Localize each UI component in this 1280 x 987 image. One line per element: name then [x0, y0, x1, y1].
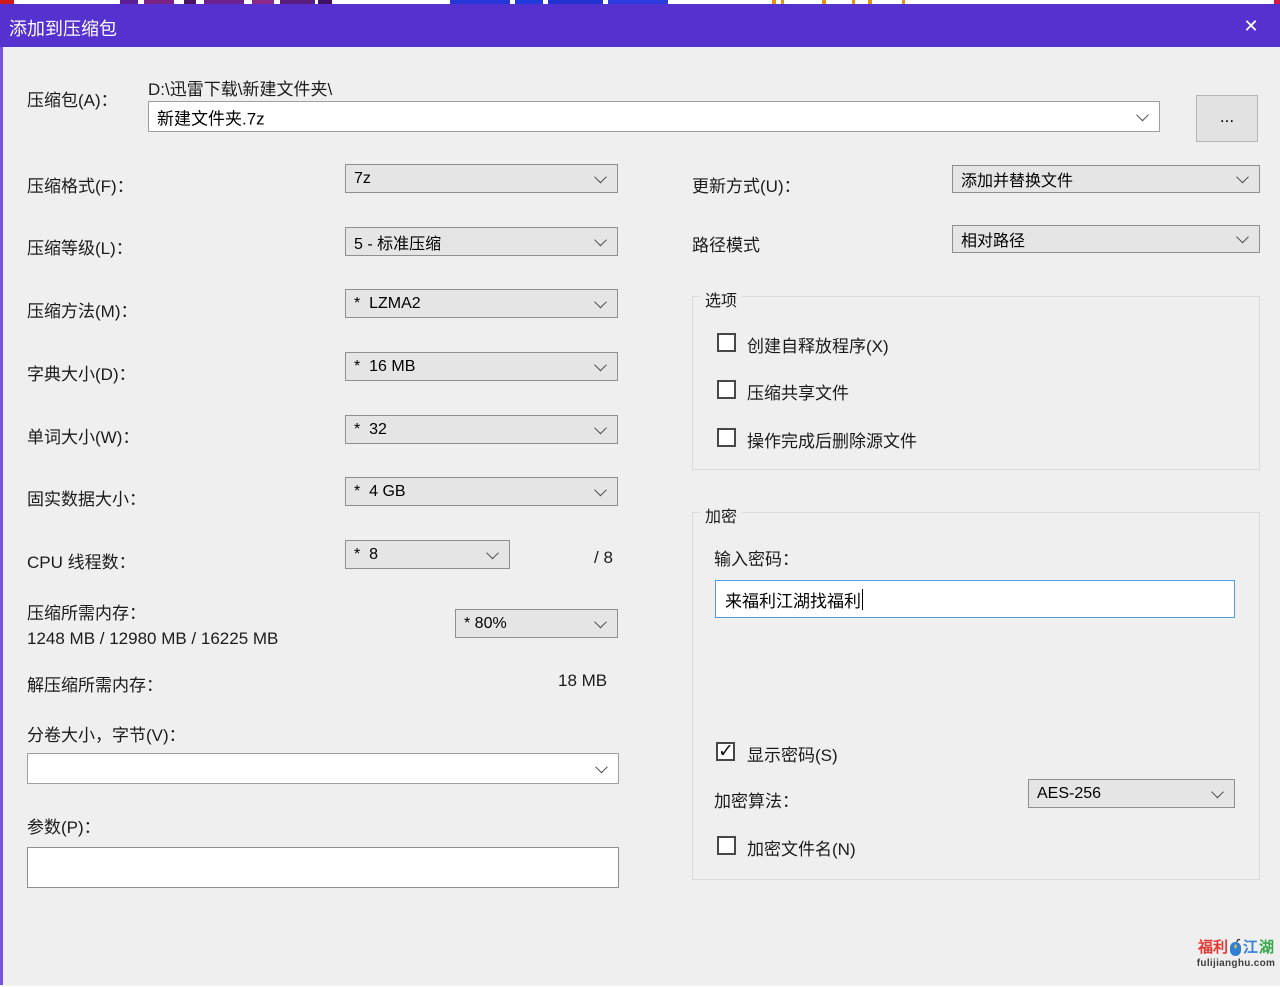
format-value: 7z: [354, 170, 371, 188]
encrypt-filenames-label: 加密文件名(N): [747, 835, 856, 860]
parameters-label: 参数(P)：: [27, 813, 101, 838]
path-mode-value: 相对路径: [961, 227, 1025, 251]
compress-shared-label: 压缩共享文件: [747, 379, 849, 404]
chevron-down-icon: [1211, 785, 1224, 798]
delete-after-checkbox[interactable]: [717, 428, 736, 447]
path-mode-dropdown[interactable]: 相对路径: [952, 225, 1260, 253]
update-mode-value: 添加并替换文件: [961, 167, 1073, 191]
word-size-label: 单词大小(W)：: [27, 423, 139, 448]
word-size-dropdown[interactable]: * 32: [345, 415, 618, 444]
encryption-method-label: 加密算法：: [714, 787, 799, 812]
archive-label: 压缩包(A)：: [27, 86, 118, 111]
options-group-legend: 选项: [700, 287, 742, 311]
browse-button-label: ...: [1220, 107, 1234, 127]
close-icon[interactable]: ✕: [1234, 11, 1268, 41]
chevron-down-icon: [594, 421, 607, 434]
chevron-down-icon: [1236, 231, 1249, 244]
word-size-value: * 32: [354, 421, 387, 439]
create-sfx-checkbox[interactable]: [717, 333, 736, 352]
cpu-threads-value: * 8: [354, 546, 378, 564]
add-to-archive-dialog: 添加到压缩包 ✕ 压缩包(A)： D:\迅雷下载\新建文件夹\ 新建文件夹.7z…: [0, 0, 1280, 987]
volume-size-combobox[interactable]: [27, 753, 619, 784]
chevron-down-icon: [594, 358, 607, 371]
update-mode-dropdown[interactable]: 添加并替换文件: [952, 165, 1260, 193]
watermark-part2: 江: [1243, 939, 1258, 957]
dictionary-dropdown[interactable]: * 16 MB: [345, 352, 618, 381]
memory-percent-value: * 80%: [464, 615, 507, 633]
chevron-down-icon: [594, 483, 607, 496]
password-label: 输入密码：: [714, 545, 799, 570]
dialog-left-edge: [0, 47, 3, 987]
decompress-memory-label: 解压缩所需内存：: [27, 671, 163, 696]
format-dropdown[interactable]: 7z: [345, 164, 618, 193]
chevron-down-icon: [594, 170, 607, 183]
encryption-group-legend: 加密: [700, 503, 742, 527]
dictionary-value: * 16 MB: [354, 358, 415, 376]
compress-shared-checkbox[interactable]: [717, 380, 736, 399]
chevron-down-icon: [486, 546, 499, 559]
watermark-part1: 福利: [1198, 939, 1228, 957]
browse-button[interactable]: ...: [1196, 95, 1258, 142]
path-mode-label: 路径模式: [692, 231, 760, 256]
chevron-down-icon: [594, 295, 607, 308]
encryption-method-dropdown[interactable]: AES-256: [1028, 779, 1235, 808]
encrypt-filenames-checkbox[interactable]: [717, 836, 736, 855]
method-dropdown[interactable]: * LZMA2: [345, 289, 618, 318]
text-caret: [862, 589, 863, 610]
dictionary-label: 字典大小(D)：: [27, 360, 136, 385]
memory-usage-detail: 1248 MB / 12980 MB / 16225 MB: [27, 629, 278, 649]
archive-name-value: 新建文件夹.7z: [157, 104, 265, 129]
mouse-icon: [1229, 938, 1242, 957]
chevron-down-icon: [595, 760, 608, 773]
password-input[interactable]: 来福利江湖找福利: [715, 580, 1235, 618]
archive-dir-path: D:\迅雷下载\新建文件夹\: [148, 75, 332, 100]
watermark-domain: fulijianghu.com: [1196, 958, 1276, 969]
update-mode-label: 更新方式(U)：: [692, 172, 801, 197]
dialog-titlebar: 添加到压缩包 ✕: [0, 4, 1280, 47]
watermark-logo: 福利 江湖 fulijianghu.com: [1196, 938, 1276, 969]
method-value: * LZMA2: [354, 295, 421, 313]
chevron-down-icon: [594, 615, 607, 628]
memory-percent-dropdown[interactable]: * 80%: [455, 609, 618, 638]
cpu-threads-dropdown[interactable]: * 8: [345, 540, 510, 569]
level-label: 压缩等级(L)：: [27, 234, 133, 259]
cpu-threads-label: CPU 线程数：: [27, 548, 136, 573]
watermark-part3: 湖: [1259, 939, 1274, 957]
parameters-input[interactable]: [27, 847, 619, 888]
format-label: 压缩格式(F)：: [27, 172, 134, 197]
decompress-memory-value: 18 MB: [558, 671, 607, 691]
memory-usage-label: 压缩所需内存：: [27, 599, 146, 624]
watermark-title: 福利 江湖: [1196, 938, 1276, 957]
show-password-checkbox[interactable]: ✓: [716, 742, 735, 761]
level-value: 5 - 标准压缩: [354, 230, 441, 254]
check-icon: ✓: [718, 740, 734, 763]
chevron-down-icon: [1136, 108, 1149, 121]
chevron-down-icon: [1236, 171, 1249, 184]
encryption-method-value: AES-256: [1037, 785, 1101, 803]
solid-block-label: 固实数据大小：: [27, 485, 146, 510]
show-password-label: 显示密码(S): [747, 741, 838, 766]
solid-block-dropdown[interactable]: * 4 GB: [345, 477, 618, 506]
volume-size-label: 分卷大小，字节(V)：: [27, 721, 186, 746]
dialog-title: 添加到压缩包: [9, 15, 117, 41]
method-label: 压缩方法(M)：: [27, 297, 137, 322]
password-value: 来福利江湖找福利: [725, 587, 861, 612]
cpu-threads-max: / 8: [594, 548, 613, 568]
chevron-down-icon: [594, 233, 607, 246]
archive-name-combobox[interactable]: 新建文件夹.7z: [148, 101, 1160, 132]
create-sfx-label: 创建自释放程序(X): [747, 332, 889, 357]
solid-block-value: * 4 GB: [354, 483, 406, 501]
delete-after-label: 操作完成后删除源文件: [747, 427, 917, 452]
level-dropdown[interactable]: 5 - 标准压缩: [345, 227, 618, 256]
